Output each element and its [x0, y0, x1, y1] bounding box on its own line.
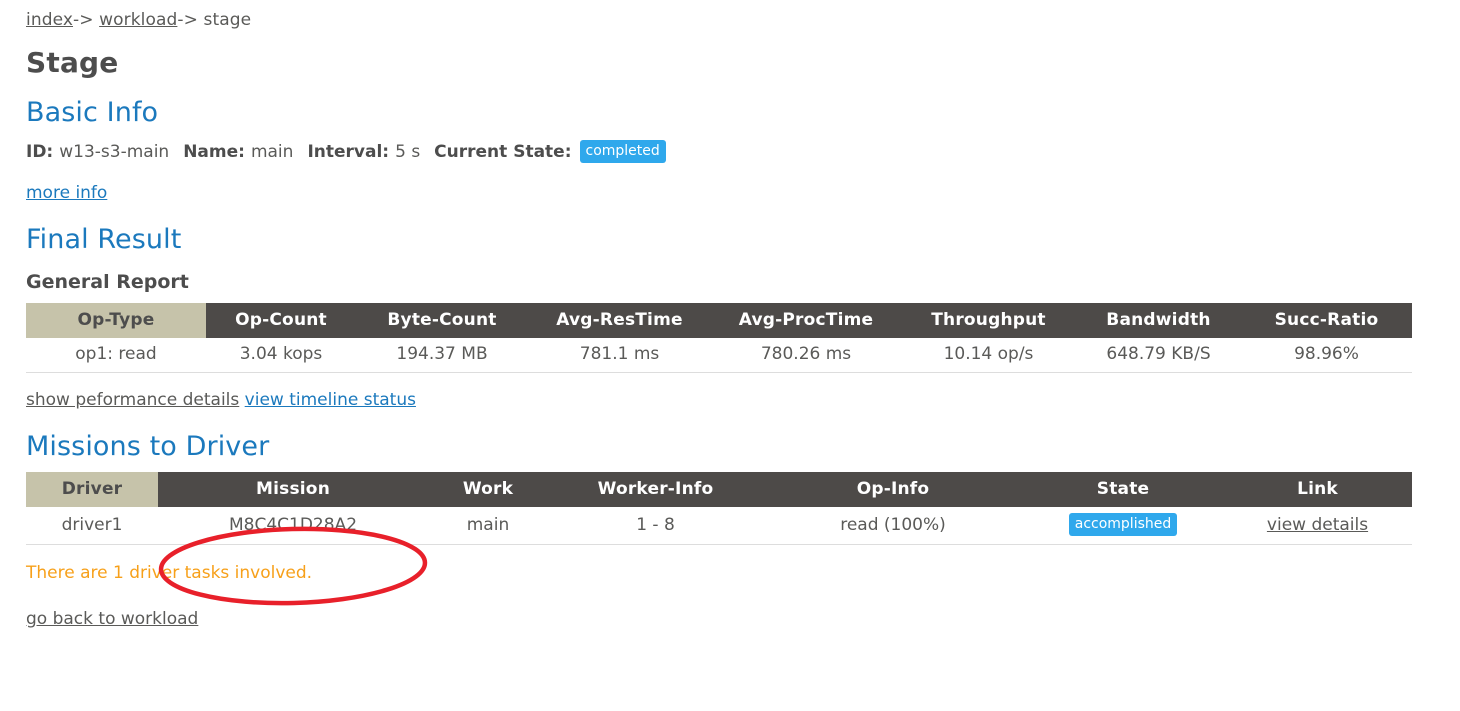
breadcrumb-separator-1: ->	[73, 10, 94, 30]
general-report-subheading: General Report	[26, 271, 189, 293]
final-result-heading: Final Result	[26, 224, 182, 255]
status-badge-current-state: completed	[579, 140, 666, 163]
breadcrumb-link-index[interactable]: index	[26, 10, 73, 30]
breadcrumb-link-workload[interactable]: workload	[99, 10, 177, 30]
column-header-link: Link	[1223, 472, 1412, 507]
column-header-bandwidth: Bandwidth	[1076, 303, 1241, 338]
cell-work: main	[428, 507, 548, 545]
cell-mission: M8C4C1D28A2	[158, 507, 428, 545]
column-header-work: Work	[428, 472, 548, 507]
cell-worker-info: 1 - 8	[548, 507, 763, 545]
column-header-op-type: Op-Type	[26, 303, 206, 338]
breadcrumb-separator-2: ->	[177, 10, 198, 30]
view-details-link[interactable]: view details	[1267, 515, 1368, 535]
name-label: Name:	[183, 142, 245, 162]
driver-tasks-note: There are 1 driver tasks involved.	[26, 563, 313, 583]
page-root: index-> workload-> stage Stage Basic Inf…	[0, 0, 1460, 631]
column-header-throughput: Throughput	[901, 303, 1076, 338]
cell-throughput: 10.14 op/s	[901, 338, 1076, 373]
interval-label: Interval:	[307, 142, 390, 162]
show-performance-details-link[interactable]: show peformance details	[26, 390, 239, 410]
cell-byte-count: 194.37 MB	[356, 338, 528, 373]
column-header-byte-count: Byte-Count	[356, 303, 528, 338]
cell-succ-ratio: 98.96%	[1241, 338, 1412, 373]
cell-driver: driver1	[26, 507, 158, 545]
missions-heading: Missions to Driver	[26, 431, 270, 462]
interval-value: 5 s	[395, 142, 421, 162]
column-header-avg-proctime: Avg-ProcTime	[711, 303, 901, 338]
column-header-state: State	[1023, 472, 1223, 507]
current-state-label: Current State:	[434, 142, 572, 162]
more-info-row: more info	[26, 180, 1460, 206]
column-header-driver: Driver	[26, 472, 158, 507]
general-report-table: Op-Type Op-Count Byte-Count Avg-ResTime …	[26, 303, 1412, 373]
basic-info-heading: Basic Info	[26, 97, 159, 128]
go-back-row: go back to workload	[26, 607, 1460, 631]
cell-bandwidth: 648.79 KB/S	[1076, 338, 1241, 373]
cell-op-count: 3.04 kops	[206, 338, 356, 373]
table-header-row: Driver Mission Work Worker-Info Op-Info …	[26, 472, 1412, 507]
column-header-worker-info: Worker-Info	[548, 472, 763, 507]
status-badge-accomplished: accomplished	[1068, 513, 1178, 536]
id-label: ID:	[26, 142, 54, 162]
cell-op-type: op1: read	[26, 338, 206, 373]
column-header-op-count: Op-Count	[206, 303, 356, 338]
missions-table: Driver Mission Work Worker-Info Op-Info …	[26, 472, 1412, 545]
name-value: main	[250, 142, 294, 162]
cell-avg-restime: 781.1 ms	[528, 338, 711, 373]
final-result-links: show peformance details view timeline st…	[26, 387, 1460, 413]
cell-state: accomplished	[1023, 507, 1223, 545]
more-info-link[interactable]: more info	[26, 183, 107, 203]
column-header-mission: Mission	[158, 472, 428, 507]
go-back-to-workload-link[interactable]: go back to workload	[26, 609, 198, 629]
id-value: w13-s3-main	[59, 142, 170, 162]
table-row: op1: read 3.04 kops 194.37 MB 781.1 ms 7…	[26, 338, 1412, 373]
breadcrumb-current-stage: stage	[203, 10, 252, 30]
cell-avg-proctime: 780.26 ms	[711, 338, 901, 373]
breadcrumb: index-> workload-> stage	[26, 8, 1460, 32]
view-timeline-status-link[interactable]: view timeline status	[245, 390, 416, 410]
table-row: driver1 M8C4C1D28A2 main 1 - 8 read (100…	[26, 507, 1412, 545]
page-title: Stage	[26, 46, 119, 79]
table-header-row: Op-Type Op-Count Byte-Count Avg-ResTime …	[26, 303, 1412, 338]
basic-info-line: ID: w13-s3-main Name: main Interval: 5 s Curre…	[26, 138, 1460, 166]
cell-op-info: read (100%)	[763, 507, 1023, 545]
cell-link: view details	[1223, 507, 1412, 545]
column-header-succ-ratio: Succ-Ratio	[1241, 303, 1412, 338]
column-header-avg-restime: Avg-ResTime	[528, 303, 711, 338]
column-header-op-info: Op-Info	[763, 472, 1023, 507]
